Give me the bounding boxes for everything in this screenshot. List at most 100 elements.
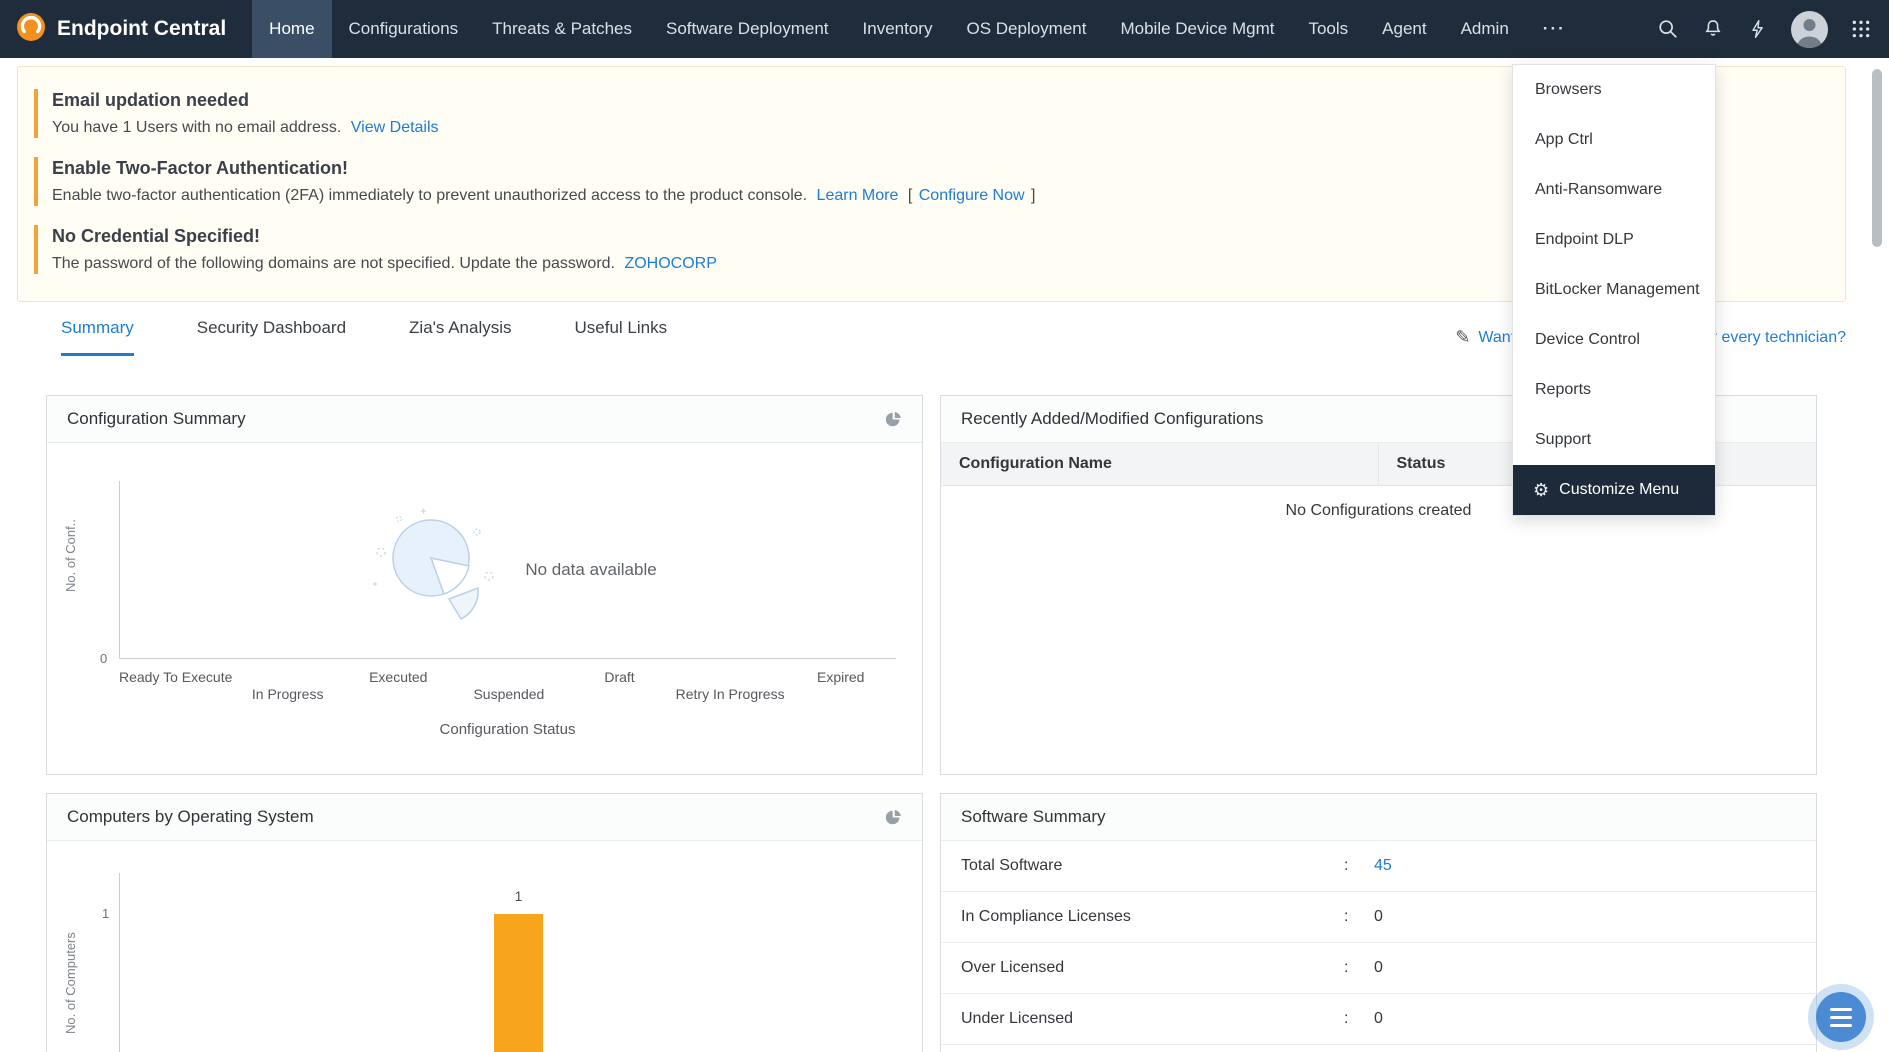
row-value: 0: [1374, 1010, 1383, 1028]
tab-useful-links[interactable]: Useful Links: [575, 318, 668, 356]
search-icon[interactable]: [1656, 17, 1680, 41]
vertical-scrollbar-thumb[interactable]: [1872, 69, 1882, 247]
y-axis-tick: 0: [100, 651, 107, 666]
plot-area: 1 1: [119, 873, 896, 1052]
software-row-total: Total Software : 45: [941, 841, 1816, 892]
row-label: In Compliance Licenses: [961, 908, 1344, 926]
y-axis-label: No. of Conf..: [63, 453, 78, 659]
menu-item-anti-ransomware[interactable]: Anti-Ransomware: [1513, 165, 1715, 215]
chart-body: No. of Conf.. 0: [47, 443, 922, 775]
nav-item-configurations[interactable]: Configurations: [332, 0, 476, 58]
customize-menu-item[interactable]: ⚙ Customize Menu: [1513, 465, 1715, 515]
pencil-icon[interactable]: ✎: [1455, 327, 1470, 348]
tab-zias-analysis[interactable]: Zia's Analysis: [409, 318, 511, 356]
menu-item-browsers[interactable]: Browsers: [1513, 65, 1715, 115]
menu-item-bitlocker-management[interactable]: BitLocker Management: [1513, 265, 1715, 315]
top-nav: Endpoint Central Home Configurations Thr…: [0, 0, 1889, 58]
card-software-summary: Software Summary Total Software : 45 In …: [940, 793, 1817, 1052]
nav-item-agent[interactable]: Agent: [1365, 0, 1443, 58]
x-tick-ready-to-execute: Ready To Execute: [119, 669, 232, 685]
menu-item-reports[interactable]: Reports: [1513, 365, 1715, 415]
nav-item-tools[interactable]: Tools: [1291, 0, 1365, 58]
menu-item-endpoint-dlp[interactable]: Endpoint DLP: [1513, 215, 1715, 265]
row-colon: :: [1344, 959, 1374, 977]
x-tick-in-progress: In Progress: [232, 686, 343, 702]
menu-item-device-control[interactable]: Device Control: [1513, 315, 1715, 365]
card-title: Configuration Summary: [67, 409, 246, 429]
x-tick-suspended: Suspended: [454, 686, 565, 702]
nav-item-os-deployment[interactable]: OS Deployment: [949, 0, 1103, 58]
bar-value-label: 1: [494, 888, 543, 904]
notifications-bell-icon[interactable]: [1701, 17, 1725, 41]
bracket-close: ]: [1031, 187, 1035, 204]
column-header-configuration-name: Configuration Name: [941, 443, 1379, 485]
more-menu-dropdown: Browsers App Ctrl Anti-Ransomware Endpoi…: [1512, 64, 1716, 516]
empty-state: No data available: [120, 481, 896, 658]
y-axis-label: No. of Computers: [63, 841, 78, 1052]
chart-body: No. of Computers 1 1: [47, 841, 922, 1052]
empty-pie-illustration: [359, 506, 509, 633]
os-count-bar: [494, 914, 543, 1052]
nav-utilities: [1656, 0, 1889, 58]
user-avatar[interactable]: [1791, 11, 1828, 48]
x-axis-tick-labels: Ready To Execute In Progress Executed Su…: [119, 669, 896, 685]
main-menu: Home Configurations Threats & Patches So…: [252, 0, 1583, 58]
learn-more-link[interactable]: Learn More: [817, 187, 899, 204]
no-data-text: No data available: [525, 560, 656, 580]
dashboard-tabs: Summary Security Dashboard Zia's Analysi…: [61, 318, 667, 356]
apps-grid-icon[interactable]: [1849, 17, 1873, 41]
nav-item-home[interactable]: Home: [252, 0, 331, 58]
y-axis-tick: 1: [102, 906, 109, 921]
card-header: Computers by Operating System: [47, 794, 922, 841]
quick-actions-bolt-icon[interactable]: [1746, 17, 1770, 41]
alert-text: The password of the following domains ar…: [52, 255, 615, 272]
hamburger-icon: [1830, 1008, 1852, 1011]
card-header: Configuration Summary: [47, 396, 922, 443]
pie-chart-toggle-icon[interactable]: [885, 809, 902, 826]
nav-item-inventory[interactable]: Inventory: [846, 0, 950, 58]
card-configuration-summary: Configuration Summary No. of Conf.. 0: [46, 395, 923, 775]
tab-summary[interactable]: Summary: [61, 318, 134, 356]
card-header: Software Summary: [941, 794, 1816, 841]
row-colon: :: [1344, 1010, 1374, 1028]
configure-now-link[interactable]: Configure Now: [919, 187, 1025, 204]
row-label: Total Software: [961, 857, 1344, 875]
row-label: Under Licensed: [961, 1010, 1344, 1028]
software-row-under-licensed: Under Licensed : 0: [941, 994, 1816, 1045]
menu-item-app-ctrl[interactable]: App Ctrl: [1513, 115, 1715, 165]
row-colon: :: [1344, 908, 1374, 926]
card-title: Software Summary: [961, 807, 1106, 827]
card-title: Recently Added/Modified Configurations: [961, 409, 1263, 429]
view-details-link[interactable]: View Details: [351, 119, 439, 136]
nav-item-software-deployment[interactable]: Software Deployment: [649, 0, 846, 58]
menu-item-support[interactable]: Support: [1513, 415, 1715, 465]
zohocorp-link[interactable]: ZOHOCORP: [624, 255, 716, 272]
tab-security-dashboard[interactable]: Security Dashboard: [197, 318, 346, 356]
total-software-value-link[interactable]: 45: [1374, 857, 1392, 875]
pie-chart-toggle-icon[interactable]: [885, 411, 902, 428]
gear-icon: ⚙: [1533, 480, 1549, 501]
x-tick-executed: Executed: [343, 669, 454, 685]
customize-menu-label: Customize Menu: [1559, 481, 1679, 499]
row-colon: :: [1344, 857, 1374, 875]
nav-item-admin[interactable]: Admin: [1444, 0, 1526, 58]
row-value: 0: [1374, 959, 1383, 977]
nav-item-threats-patches[interactable]: Threats & Patches: [475, 0, 649, 58]
row-label: Over Licensed: [961, 959, 1344, 977]
x-tick-draft: Draft: [564, 669, 675, 685]
endpoint-central-dashboard: Endpoint Central Home Configurations Thr…: [0, 0, 1889, 1052]
plot-area: 0: [119, 481, 896, 659]
x-tick-expired: Expired: [785, 669, 896, 685]
column-header-status: Status: [1379, 443, 1446, 485]
row-value: 0: [1374, 908, 1383, 926]
software-row-over-licensed: Over Licensed : 0: [941, 943, 1816, 994]
endpoint-central-logo-icon: [16, 12, 46, 47]
software-row-in-compliance: In Compliance Licenses : 0: [941, 892, 1816, 943]
nav-item-mobile-device-mgmt[interactable]: Mobile Device Mgmt: [1103, 0, 1291, 58]
nav-item-more[interactable]: ···: [1526, 0, 1583, 58]
x-tick-retry-in-progress: Retry In Progress: [675, 686, 786, 702]
floating-menu-button[interactable]: [1816, 992, 1866, 1042]
card-title: Computers by Operating System: [67, 807, 314, 827]
card-computers-by-os: Computers by Operating System No. of Com…: [46, 793, 923, 1052]
brand[interactable]: Endpoint Central: [0, 0, 252, 58]
